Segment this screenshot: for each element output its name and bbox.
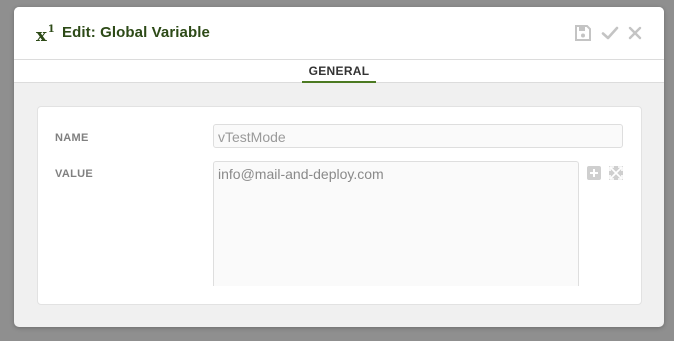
edit-dialog: x1 Edit: Global Variable GENERAL NAME vT… (14, 7, 664, 327)
variable-x-icon: x1 (36, 24, 55, 46)
tab-bar: GENERAL (14, 60, 664, 83)
name-field[interactable]: vTestMode (213, 124, 623, 148)
close-icon[interactable] (626, 24, 644, 42)
form-card: NAME vTestMode VALUE info@mail-and-deplo… (37, 106, 642, 305)
check-icon[interactable] (601, 24, 619, 42)
dialog-header: x1 Edit: Global Variable (14, 7, 664, 60)
name-label: NAME (55, 132, 89, 144)
insert-placeholder-icon[interactable] (587, 166, 601, 180)
save-icon[interactable] (574, 24, 592, 42)
expand-icon[interactable] (609, 166, 623, 180)
tab-general[interactable]: GENERAL (302, 64, 376, 83)
dialog-title: Edit: Global Variable (62, 24, 210, 41)
value-textarea[interactable]: info@mail-and-deploy.com (213, 161, 579, 286)
value-label: VALUE (55, 168, 93, 180)
